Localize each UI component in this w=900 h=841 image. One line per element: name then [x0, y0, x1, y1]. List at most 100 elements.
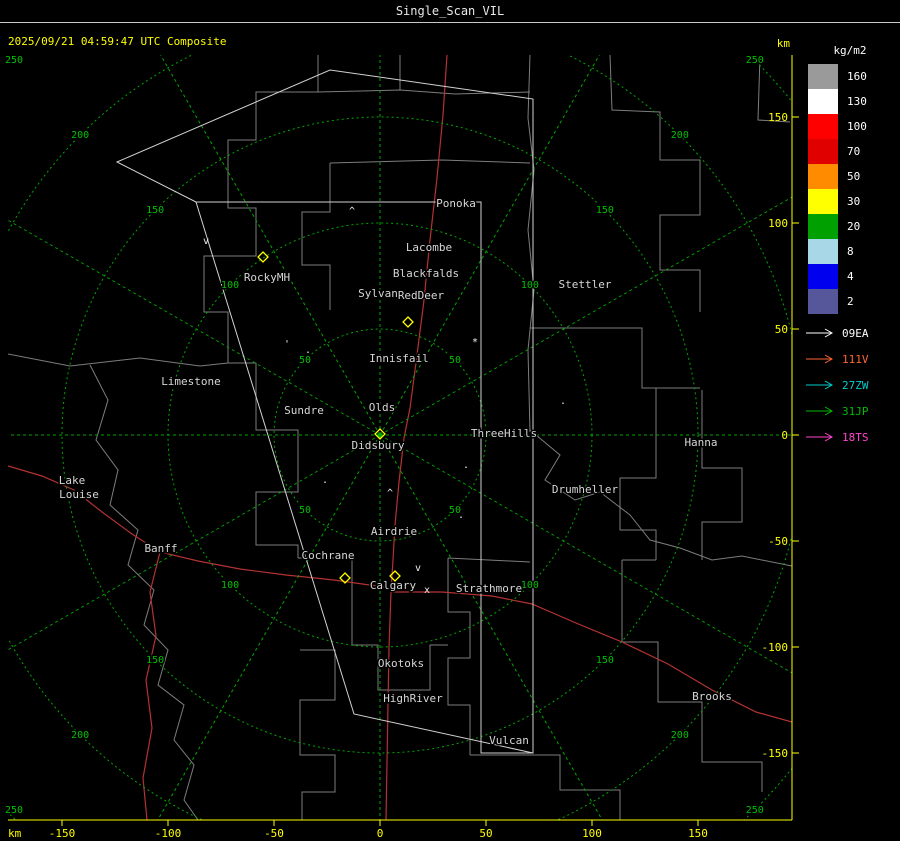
station-arrow-shape — [806, 380, 834, 390]
county-boundary-line — [301, 163, 331, 310]
county-boundary-line — [329, 159, 531, 164]
city-label: Brooks — [692, 690, 732, 703]
county-boundary-line — [203, 55, 319, 363]
county-boundary-line — [621, 560, 763, 792]
right-axis-tick-label: 50 — [775, 323, 788, 336]
legend-level-row: 4 — [800, 264, 900, 289]
right-axis-tick-label: 0 — [781, 429, 788, 442]
legend-level-row: 70 — [800, 139, 900, 164]
legend-color-swatch — [808, 114, 838, 139]
legend-level-row: 8 — [800, 239, 900, 264]
station-row: 18TS — [800, 424, 900, 450]
ring-distance-label: 50 — [299, 505, 311, 516]
ring-distance-label: 250 — [746, 55, 764, 66]
county-boundary-line — [470, 754, 621, 820]
ring-distance-label: 250 — [5, 805, 23, 816]
city-label: Drumheller — [552, 483, 619, 496]
legend-color-swatch — [808, 164, 838, 189]
radar-map-svg: 50 50 50 50 100 100 100 100 150 150 150 150 200 200 20… — [3, 37, 799, 840]
storm-marker-icon: . — [560, 396, 566, 407]
station-id-label: 31JP — [842, 404, 869, 418]
city-label: Innisfail — [369, 352, 429, 365]
city-label: Lake — [59, 474, 86, 487]
county-boundary-line — [317, 89, 531, 95]
station-id-label: 27ZW — [842, 378, 869, 392]
highway-line — [142, 551, 161, 820]
bottom-axis-tick-label: -100 — [155, 827, 182, 840]
county-boundary-line — [447, 557, 531, 563]
legend-level-row: 160 — [800, 64, 900, 89]
storm-marker-icon: . — [463, 460, 469, 471]
legend-color-swatch — [808, 289, 838, 314]
county-boundary-line — [299, 649, 336, 820]
ring-distance-label: 150 — [146, 655, 164, 666]
radial-line — [8, 219, 381, 436]
city-label: Stettler — [559, 278, 612, 291]
city-label: Blackfalds — [393, 267, 459, 280]
station-arrow-shape — [806, 406, 834, 416]
city-label: Olds — [369, 401, 396, 414]
storm-marker-icon: v — [203, 236, 209, 247]
station-row: 09EA — [800, 320, 900, 346]
radial-line — [157, 434, 381, 820]
legend-level-value: 50 — [847, 170, 861, 183]
city-label: Strathmore — [456, 582, 522, 595]
storm-marker-icon: . — [305, 345, 311, 356]
county-boundary-line — [701, 390, 743, 560]
ring-distance-label: 200 — [71, 130, 89, 141]
ring-distance-label: 100 — [521, 580, 539, 591]
station-arrow-icon — [806, 406, 834, 416]
station-row: 111V — [800, 346, 900, 372]
county-boundary-line — [609, 55, 701, 312]
city-label: Cochrane — [302, 549, 355, 562]
station-arrow-icon — [806, 328, 834, 338]
radial-line — [160, 55, 381, 436]
ring-distance-label: 250 — [5, 55, 23, 66]
storm-marker-icon: . — [458, 510, 464, 521]
legend-level-value: 2 — [847, 295, 854, 308]
bottom-axis-tick-label: 150 — [688, 827, 708, 840]
county-boundary-line — [8, 353, 229, 367]
scan-area-polygon — [115, 69, 534, 754]
ring-distance-label: 100 — [521, 280, 539, 291]
legend-level-row: 2 — [800, 289, 900, 314]
legend-level-row: 50 — [800, 164, 900, 189]
county-boundary-line — [530, 327, 700, 389]
legend-levels-list: 160 130 100 70 50 30 20 8 4 2 — [800, 64, 900, 314]
bottom-axis-unit: km — [8, 827, 22, 840]
storm-marker-icon: ^ — [387, 488, 393, 499]
legend-color-swatch — [808, 264, 838, 289]
radial-line — [379, 55, 600, 436]
city-label: Louise — [59, 488, 99, 501]
bottom-axis-tick-label: -150 — [49, 827, 76, 840]
radial-line — [379, 434, 603, 820]
city-label: Lacombe — [406, 241, 452, 254]
legend-level-value: 160 — [847, 70, 867, 83]
legend-level-value: 20 — [847, 220, 861, 233]
right-axis-tick-label: 100 — [768, 217, 788, 230]
city-label: Calgary — [370, 579, 417, 592]
map-plot-area — [8, 55, 792, 820]
city-label: Banff — [144, 542, 177, 555]
legend-color-swatch — [808, 239, 838, 264]
legend-color-swatch — [808, 64, 838, 89]
radar-station-list: 09EA 111V 27ZW 31JP 18TS — [800, 320, 900, 450]
storm-marker-icon: * — [472, 337, 478, 348]
highway-line — [385, 55, 448, 820]
storm-marker-icon: v — [415, 563, 421, 574]
legend-color-swatch — [808, 139, 838, 164]
colour-scale-legend: kg/m2 160 130 100 70 50 30 20 8 4 2 09EA 111V 27ZW 3… — [800, 44, 900, 450]
right-axis-tick-label: -50 — [768, 535, 788, 548]
ring-distance-label: 200 — [671, 130, 689, 141]
legend-color-swatch — [808, 214, 838, 239]
city-label: Airdrie — [371, 525, 417, 538]
city-label: RockyMH — [244, 271, 290, 284]
county-boundary-line — [228, 362, 299, 558]
right-axis-tick-label: -100 — [762, 641, 789, 654]
legend-level-row: 100 — [800, 114, 900, 139]
storm-marker-icon: x — [424, 585, 430, 596]
bottom-axis-tick-label: 0 — [377, 827, 384, 840]
station-arrow-shape — [806, 432, 834, 442]
county-boundary-line — [529, 429, 792, 567]
scan-area-outline — [115, 69, 534, 754]
